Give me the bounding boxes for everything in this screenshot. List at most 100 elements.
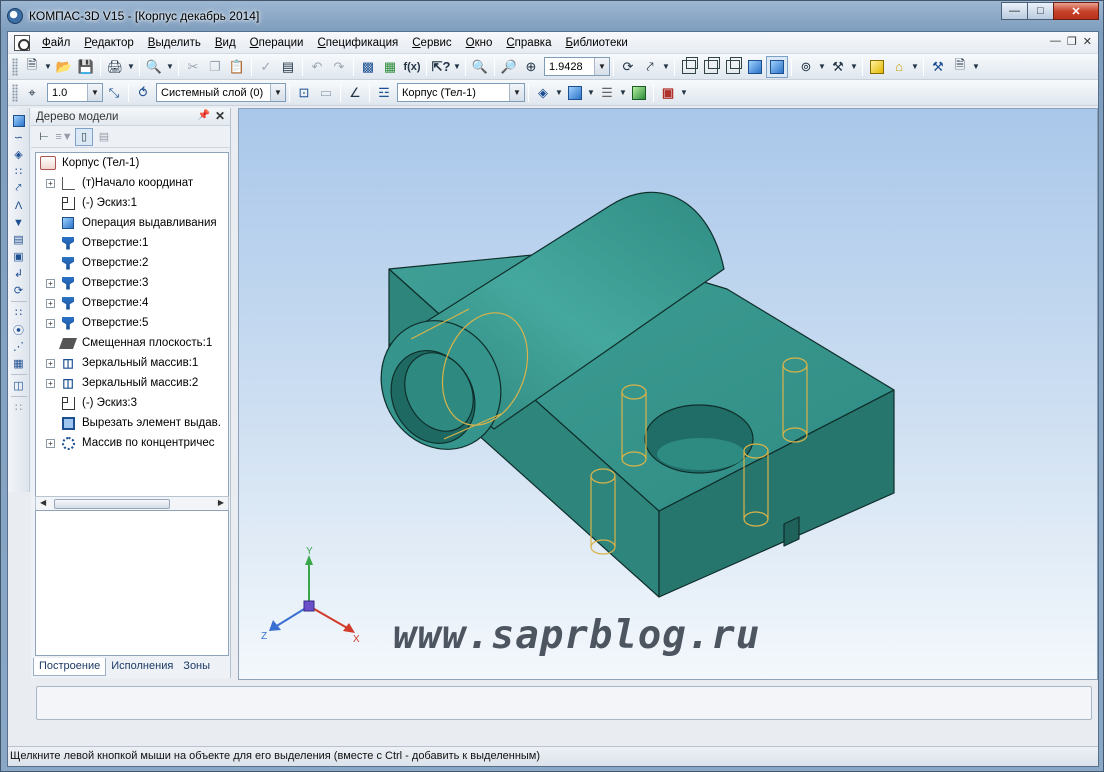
diagnostics-icon[interactable]: ▼ [10, 214, 28, 231]
grid-array-icon[interactable]: ∷ [10, 304, 28, 321]
expand-icon[interactable]: + [46, 358, 55, 368]
preview-icon[interactable]: 🔍 [143, 56, 165, 78]
surfaces-icon[interactable]: ◈ [10, 146, 28, 163]
shaded-edges-view-icon[interactable] [766, 55, 788, 78]
solid-dropdown-icon[interactable]: ▼ [586, 82, 596, 104]
toolbar-grip[interactable] [12, 83, 18, 102]
orient-dropdown-icon[interactable]: ▼ [661, 56, 671, 78]
tree-item[interactable]: + Отверстие:3 [36, 273, 228, 293]
sheet-metal-icon[interactable]: ⟳ [10, 282, 28, 299]
chevron-down-icon[interactable]: ▼ [509, 84, 524, 101]
shaded-view-icon[interactable] [744, 56, 766, 78]
section-icon[interactable]: ⚒ [827, 56, 849, 78]
annotation-dropdown-icon[interactable]: ▼ [679, 82, 689, 104]
print-icon[interactable]: 🖨 [104, 56, 126, 78]
edit-part-icon[interactable] [10, 112, 28, 129]
selection-icon[interactable]: ↲ [10, 265, 28, 282]
help-dropdown-icon[interactable]: ▼ [452, 56, 462, 78]
print-dropdown-icon[interactable]: ▼ [126, 56, 136, 78]
tab-versions[interactable]: Исполнения [106, 658, 178, 676]
menu-window[interactable]: Окно [459, 32, 500, 54]
new-dropdown-icon[interactable]: ▼ [43, 56, 53, 78]
chevron-down-icon[interactable]: ▼ [87, 84, 102, 101]
tree-item[interactable]: + ◫ Зеркальный массив:2 [36, 373, 228, 393]
document-icon[interactable] [14, 34, 30, 51]
zoom-dynamic-icon[interactable]: 🔎 [498, 56, 520, 78]
minimize-button[interactable]: — [1001, 2, 1028, 20]
tree-item[interactable]: + Массив по концентричес [36, 433, 228, 453]
expand-icon[interactable]: + [46, 278, 55, 288]
menu-specification[interactable]: Спецификация [310, 32, 405, 54]
doc-restore-button[interactable]: ❐ [1067, 35, 1077, 48]
variables-icon[interactable]: f(x) [401, 56, 423, 78]
tree-item[interactable]: Операция выдавливания [36, 213, 228, 233]
zoom-scale-combo[interactable]: 1.9428 ▼ [544, 57, 610, 76]
menu-editor[interactable]: Редактор [77, 32, 141, 54]
dimensions-icon[interactable]: Λ [10, 197, 28, 214]
table-array-icon[interactable]: ▦ [10, 355, 28, 372]
spatial-curves-icon[interactable]: ∽ [10, 129, 28, 146]
section-dropdown-icon[interactable]: ▼ [849, 56, 859, 78]
surface-dropdown-icon[interactable]: ▼ [554, 82, 564, 104]
pin-icon[interactable]: 📌 [198, 110, 210, 121]
menu-libraries[interactable]: Библиотеки [558, 32, 634, 54]
tree-sequence-icon[interactable]: ▯ [75, 127, 93, 146]
tree-item[interactable]: + (т)Начало координат [36, 173, 228, 193]
tree-relations-icon[interactable]: ▤ [95, 128, 113, 146]
solid-icon[interactable] [564, 82, 586, 104]
orient-icon[interactable]: ⤤ [639, 56, 661, 78]
report-panel-icon[interactable]: ▣ [10, 248, 28, 265]
tree-item[interactable]: + ◫ Зеркальный массив:1 [36, 353, 228, 373]
filter-icon[interactable]: ⊚ [795, 56, 817, 78]
part-model[interactable] [359, 191, 895, 598]
menu-file[interactable]: Файл [35, 32, 77, 54]
spec-icon[interactable]: ▤ [10, 231, 28, 248]
tree-filter-icon[interactable]: ≡▼ [55, 128, 73, 146]
tree-item[interactable]: (-) Эскиз:1 [36, 193, 228, 213]
report-dropdown-icon[interactable]: ▼ [971, 56, 981, 78]
auxiliary-geometry-icon[interactable]: ⤤ [10, 180, 28, 197]
close-button[interactable]: ✕ [1053, 2, 1099, 20]
hidden-lines-view-icon[interactable] [700, 56, 722, 78]
expand-icon[interactable]: + [46, 378, 55, 388]
menu-help[interactable]: Справка [499, 32, 558, 54]
tree-item[interactable]: + Отверстие:4 [36, 293, 228, 313]
toolbar-grip[interactable] [12, 57, 18, 76]
expand-icon[interactable]: + [46, 178, 55, 188]
body-icon[interactable]: ☲ [373, 82, 395, 104]
manager-icon[interactable]: ▩ [357, 56, 379, 78]
copy-icon[interactable]: ❐ [204, 56, 226, 78]
wireframe-view-icon[interactable] [678, 56, 700, 78]
body-combo[interactable]: Корпус (Тел-1) ▼ [397, 83, 525, 102]
menu-view[interactable]: Вид [208, 32, 243, 54]
tree-structure-icon[interactable]: ⊢ [35, 128, 53, 146]
layer-icon[interactable]: ⥀ [132, 82, 154, 104]
doc-close-button[interactable]: ✕ [1083, 35, 1092, 48]
model-viewport[interactable]: Y X Z www.saprblog.ru [238, 108, 1098, 680]
mirror-panel-icon[interactable]: ◫ [10, 377, 28, 394]
new-file-icon[interactable]: 🗎 [21, 56, 43, 78]
expand-icon[interactable]: + [46, 438, 55, 448]
menu-select[interactable]: Выделить [141, 32, 208, 54]
tree-root[interactable]: Корпус (Тел-1) [36, 153, 228, 173]
tab-construction[interactable]: Построение [33, 658, 107, 676]
chevron-down-icon[interactable]: ▼ [594, 58, 609, 75]
tab-zones[interactable]: Зоны [178, 658, 215, 676]
expand-icon[interactable]: + [46, 298, 55, 308]
zoom-window-icon[interactable]: 🔍 [469, 56, 491, 78]
snap-icon[interactable]: ⤡ [103, 82, 125, 104]
open-folder-icon[interactable]: 📂 [53, 56, 75, 78]
tree-item[interactable]: Отверстие:2 [36, 253, 228, 273]
undo-icon[interactable]: ↶ [306, 56, 328, 78]
thin-hidden-view-icon[interactable] [722, 56, 744, 78]
local-cs-icon[interactable]: ⊡ [293, 82, 315, 104]
cursor-step-combo[interactable]: 1.0 ▼ [47, 83, 103, 102]
report-icon[interactable]: 🗎 [949, 56, 971, 78]
redo-icon[interactable]: ↷ [328, 56, 350, 78]
spreadsheet-icon[interactable]: ▤ [277, 56, 299, 78]
paste-icon[interactable]: 📋 [226, 56, 248, 78]
component-icon[interactable] [866, 56, 888, 78]
close-icon[interactable]: ✕ [215, 109, 225, 123]
plane-icon[interactable]: ▭ [315, 82, 337, 104]
tree-item[interactable]: Вырезать элемент выдав. [36, 413, 228, 433]
